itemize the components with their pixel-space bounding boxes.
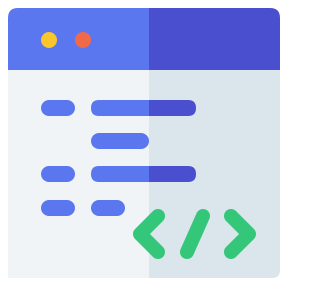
code-line-long-3-light [91, 166, 149, 182]
code-line-mid-2 [91, 133, 149, 149]
code-line-short-3 [41, 166, 75, 182]
title-bar [8, 8, 280, 70]
window-dot-red [75, 32, 91, 48]
code-line-short-1 [41, 100, 75, 116]
window-dot-yellow [41, 32, 57, 48]
code-line-tiny-4 [91, 200, 125, 216]
window-body-corner-left [8, 270, 18, 278]
title-bar-shade [149, 8, 280, 70]
code-line-short-4 [41, 200, 75, 216]
code-line-long-1-shade [149, 100, 196, 116]
code-line-long-3-shade [149, 166, 196, 182]
code-window-icon [8, 8, 280, 278]
code-line-long-1-light [91, 100, 149, 116]
